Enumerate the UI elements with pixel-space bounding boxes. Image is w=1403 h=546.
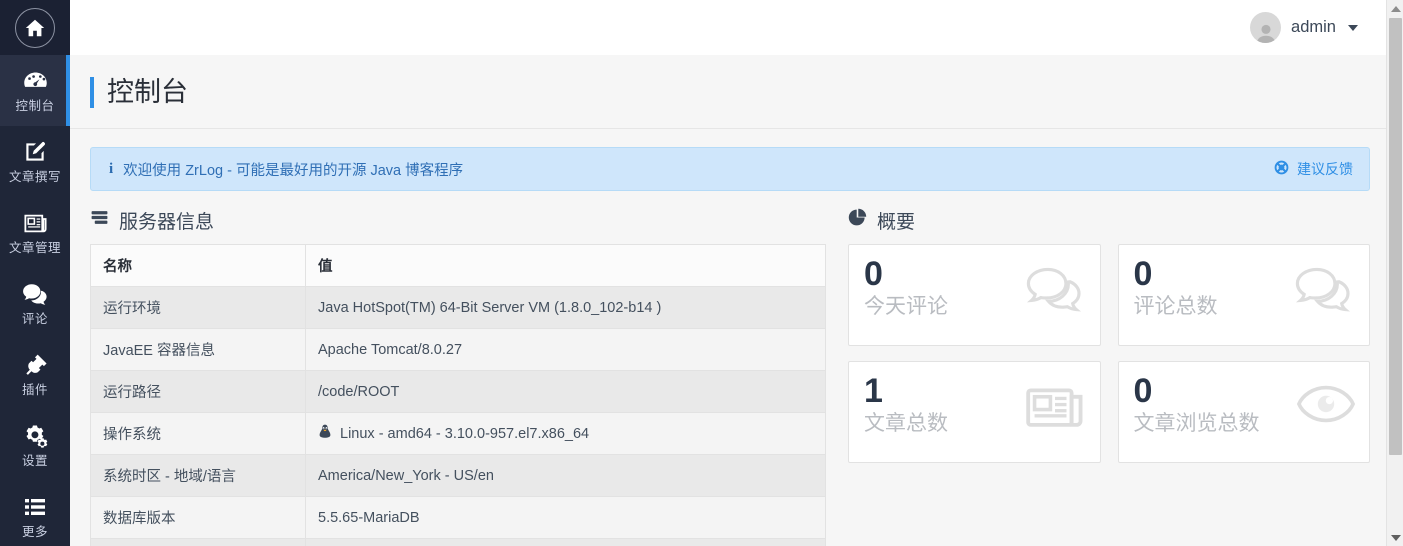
info-name-cell: 系统时区 - 地域/语言 xyxy=(90,454,306,498)
list-icon xyxy=(22,494,48,520)
server-icon xyxy=(90,208,109,233)
sidebar-nav-list: 控制台文章撰写文章管理评论插件设置更多 xyxy=(0,55,70,546)
sidebar-item-label: 设置 xyxy=(21,454,48,469)
column-header-name: 名称 xyxy=(90,244,306,288)
sidebar-item-1[interactable]: 文章撰写 xyxy=(0,126,70,197)
sidebar-item-3[interactable]: 评论 xyxy=(0,268,70,339)
sidebar-item-label: 文章管理 xyxy=(8,241,61,256)
scrollbar-thumb[interactable] xyxy=(1389,18,1402,455)
info-value-cell: UTF-8 xyxy=(305,538,826,546)
newspaper-icon xyxy=(22,210,49,236)
page-scrollbar[interactable] xyxy=(1386,0,1403,546)
home-icon xyxy=(15,7,55,48)
info-value-cell: Apache Tomcat/8.0.27 xyxy=(305,328,826,372)
table-row: 操作系统 Linux - amd64 - 3.10.0-957.el7.x86_6… xyxy=(90,412,826,456)
sidebar-item-label: 文章撰写 xyxy=(8,170,61,185)
edit-icon xyxy=(22,139,48,165)
app-root: 控制台文章撰写文章管理评论插件设置更多 admin 控制台 i 欢迎使用 ZrL… xyxy=(0,0,1403,546)
newspaper-icon xyxy=(1024,384,1086,435)
info-icon: i xyxy=(109,160,114,177)
server-info-table: 名称 值 运行环境 Java HotSpot(TM) 64-Bit Server … xyxy=(90,244,826,546)
comments-icon xyxy=(22,281,48,307)
gears-icon xyxy=(22,423,49,449)
page-title: 控制台 xyxy=(90,77,1403,109)
sidebar-item-4[interactable]: 插件 xyxy=(0,339,70,410)
lifering-icon xyxy=(1274,160,1289,178)
dashboard-icon xyxy=(22,68,49,94)
alert-text: 欢迎使用 ZrLog - 可能是最好用的开源 Java 博客程序 xyxy=(123,162,464,179)
info-value-cell: Linux - amd64 - 3.10.0-957.el7.x86_64 xyxy=(305,412,826,456)
server-info-heading-label: 服务器信息 xyxy=(119,212,215,234)
sidebar-item-2[interactable]: 文章管理 xyxy=(0,197,70,268)
main-content: 控制台 i 欢迎使用 ZrLog - 可能是最好用的开源 Java 博客程序 建… xyxy=(70,55,1403,546)
feedback-link[interactable]: 建议反馈 xyxy=(1274,159,1353,179)
summary-cards: 0 今天评论 0 评论总数 1 文章总数 0 文章浏览总数 xyxy=(848,244,1370,464)
page-header: 控制台 xyxy=(70,55,1403,130)
info-value-cell: 5.5.65-MariaDB xyxy=(305,496,826,540)
pie-chart-icon xyxy=(848,208,867,233)
sidebar-item-label: 评论 xyxy=(21,312,48,327)
info-value-cell: Java HotSpot(TM) 64-Bit Server VM (1.8.0… xyxy=(305,286,826,330)
server-info-heading: 服务器信息 xyxy=(90,207,826,244)
table-row: 数据库版本 5.5.65-MariaDB xyxy=(90,496,826,540)
topbar: admin xyxy=(70,0,1403,55)
eye-icon xyxy=(1296,384,1356,429)
sidebar-item-6[interactable]: 更多 xyxy=(0,481,70,546)
table-row: 运行路径/code/ROOT xyxy=(90,370,826,414)
user-menu[interactable]: admin xyxy=(1250,12,1358,43)
scroll-up-arrow-icon[interactable] xyxy=(1387,0,1403,17)
welcome-alert: i 欢迎使用 ZrLog - 可能是最好用的开源 Java 博客程序 建议反馈 xyxy=(90,147,1370,192)
summary-heading: 概要 xyxy=(848,207,1370,244)
chevron-down-icon xyxy=(1348,24,1358,31)
info-name-cell: 操作系统 xyxy=(90,412,306,456)
info-value-cell: America/New_York - US/en xyxy=(305,454,826,498)
info-name-cell: 系统编码 xyxy=(90,538,306,546)
stat-card-1[interactable]: 0 评论总数 xyxy=(1117,244,1370,347)
info-name-cell: 运行环境 xyxy=(90,286,306,330)
stat-card-2[interactable]: 1 文章总数 xyxy=(848,361,1101,464)
sidebar-item-5[interactable]: 设置 xyxy=(0,410,70,481)
brand-home-button[interactable] xyxy=(0,0,70,55)
table-row: 运行环境 Java HotSpot(TM) 64-Bit Server VM (1… xyxy=(90,286,826,330)
user-avatar-icon xyxy=(1250,12,1282,43)
info-name-cell: 运行路径 xyxy=(90,370,306,414)
plug-icon xyxy=(23,352,48,378)
column-header-value: 值 xyxy=(305,244,826,288)
info-name-cell: 数据库版本 xyxy=(90,496,306,540)
info-name-cell: JavaEE 容器信息 xyxy=(90,328,306,372)
table-row: 系统时区 - 地域/语言 America/New_York - US/en xyxy=(90,454,826,498)
dashboard-columns: 服务器信息 名称 值 运行环境 Java HotSpot(TM) 64-Bit S… xyxy=(70,191,1403,546)
table-header-row: 名称 值 xyxy=(90,244,826,288)
comments-icon xyxy=(1295,267,1355,318)
table-row: JavaEE 容器信息 Apache Tomcat/8.0.27 xyxy=(90,328,826,372)
sidebar-item-label: 插件 xyxy=(21,383,48,398)
scroll-down-arrow-icon[interactable] xyxy=(1387,529,1403,546)
sidebar-item-0[interactable]: 控制台 xyxy=(0,55,70,126)
user-name-label: admin xyxy=(1291,18,1336,36)
table-row: 系统编码UTF-8 xyxy=(90,538,826,546)
sidebar-item-label: 更多 xyxy=(21,525,48,540)
linux-icon xyxy=(318,424,332,444)
summary-heading-label: 概要 xyxy=(877,212,916,234)
stat-card-3[interactable]: 0 文章浏览总数 xyxy=(1117,361,1370,464)
info-value-text: Linux - amd64 - 3.10.0-957.el7.x86_64 xyxy=(340,425,590,442)
server-info-section: 服务器信息 名称 值 运行环境 Java HotSpot(TM) 64-Bit S… xyxy=(90,207,826,546)
info-value-cell: /code/ROOT xyxy=(305,370,826,414)
table-head: 名称 值 xyxy=(90,244,826,288)
stat-card-0[interactable]: 0 今天评论 xyxy=(848,244,1101,347)
alert-message: i 欢迎使用 ZrLog - 可能是最好用的开源 Java 博客程序 xyxy=(109,159,463,180)
sidebar: 控制台文章撰写文章管理评论插件设置更多 xyxy=(0,0,70,546)
comments-icon xyxy=(1026,267,1086,318)
table-body: 运行环境 Java HotSpot(TM) 64-Bit Server VM (1… xyxy=(90,286,826,546)
summary-section: 概要 0 今天评论 0 评论总数 1 文章总数 0 文章浏览总数 xyxy=(848,207,1370,546)
sidebar-item-label: 控制台 xyxy=(15,99,55,114)
feedback-link-label: 建议反馈 xyxy=(1297,161,1353,178)
